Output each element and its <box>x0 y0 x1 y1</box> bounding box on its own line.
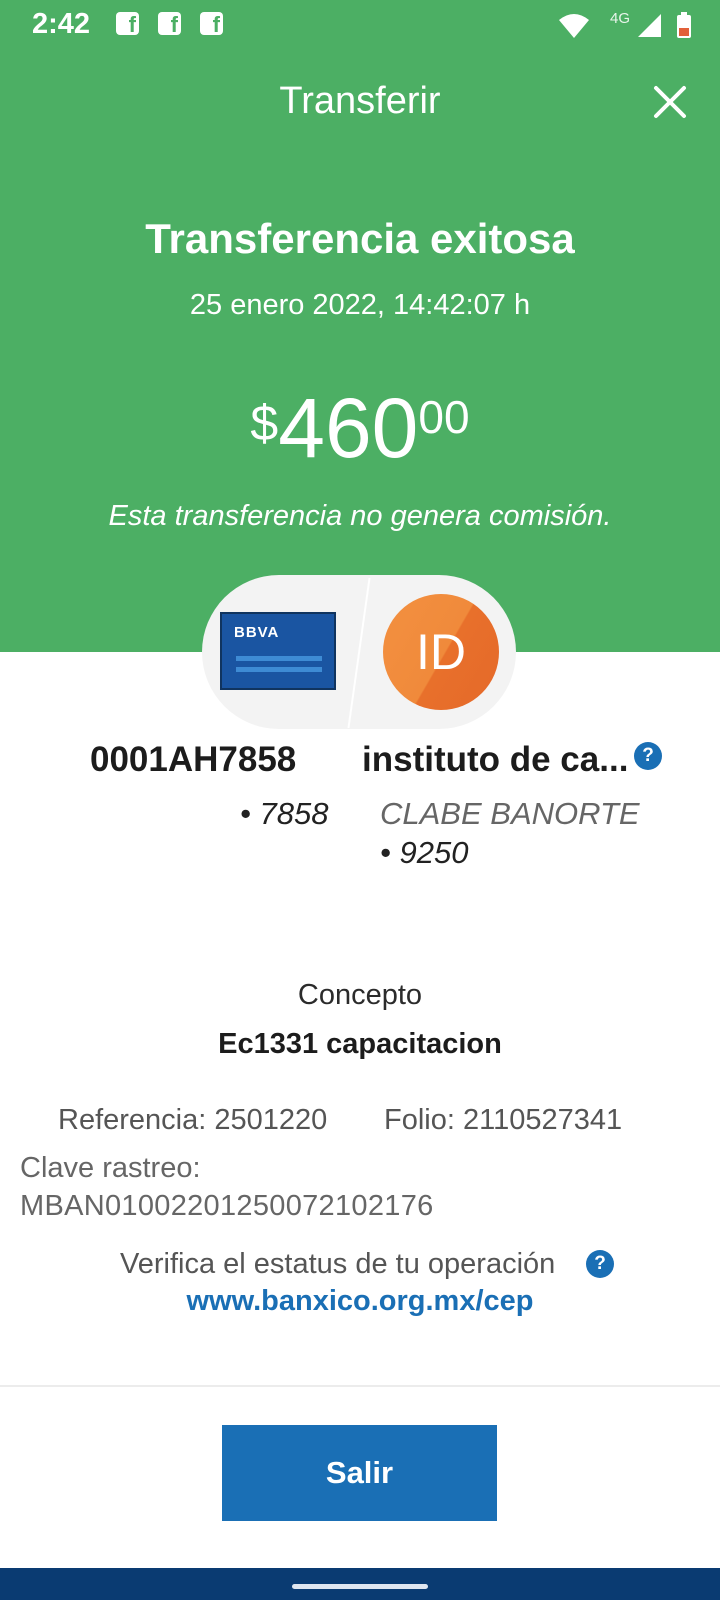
origin-account: 0001AH7858 <box>90 740 297 779</box>
success-title: Transferencia exitosa <box>145 215 575 262</box>
signal-icon <box>638 14 661 37</box>
facebook-icon: f <box>158 12 181 35</box>
folio-number: Folio: 2110527341 <box>384 1104 623 1136</box>
commission-note: Esta transferencia no genera comisión. <box>108 500 612 532</box>
status-time: 2:42 <box>32 8 91 40</box>
card-brand-logo: BBVA <box>234 624 280 641</box>
destination-name: instituto de ca... <box>362 740 629 779</box>
card-stripe <box>236 656 322 661</box>
amount-integer: 460 <box>278 381 419 475</box>
origin-card-image: BBVA <box>220 612 336 690</box>
help-icon[interactable]: ? <box>634 742 662 770</box>
footer-divider <box>0 1385 720 1387</box>
help-icon[interactable]: ? <box>586 1250 614 1278</box>
amount-decimals: 00 <box>418 391 470 443</box>
facebook-icon: f <box>116 12 139 35</box>
destination-avatar: ID <box>383 594 499 710</box>
destination-bank: CLABE BANORTE <box>380 796 640 831</box>
screen-title: Transferir <box>279 80 441 122</box>
card-stripe <box>236 667 322 672</box>
facebook-icon: f <box>200 12 223 35</box>
transfer-datetime: 25 enero 2022, 14:42:07 h <box>189 289 531 321</box>
transfer-amount: $46000 <box>0 380 720 477</box>
concept-value: Ec1331 capacitacion <box>218 1028 502 1060</box>
verify-status-text: Verifica el estatus de tu operación <box>120 1248 556 1280</box>
exit-button[interactable]: Salir <box>222 1425 497 1521</box>
status-bar: 2:42 f f f 4G <box>0 0 720 52</box>
banxico-cep-link[interactable]: www.banxico.org.mx/cep <box>0 1285 720 1318</box>
concept-label: Concepto <box>297 979 423 1011</box>
battery-icon <box>677 12 691 38</box>
origin-last4: • 7858 <box>240 796 329 831</box>
tracking-key-value: MBAN01002201250072102176 <box>20 1190 434 1222</box>
wifi-icon <box>559 14 589 38</box>
destination-last4: • 9250 <box>380 835 469 870</box>
network-type: 4G <box>609 10 630 27</box>
reference-number: Referencia: 2501220 <box>58 1104 328 1136</box>
tracking-key-label: Clave rastreo: <box>20 1152 201 1184</box>
home-indicator[interactable] <box>292 1584 428 1589</box>
close-icon <box>654 86 686 118</box>
amount-currency: $ <box>250 395 279 451</box>
close-button[interactable] <box>648 80 692 124</box>
